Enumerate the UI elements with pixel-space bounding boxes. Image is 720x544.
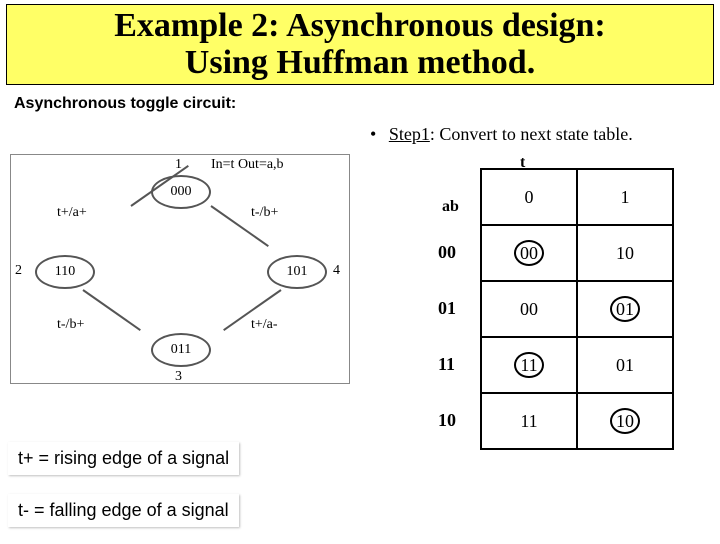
next-state-table: 0 1 00 10 00 01 11 01 11 10 [480, 168, 674, 450]
state-011: 011 [151, 333, 211, 367]
state-101: 101 [267, 255, 327, 289]
cell-r1-c1: 01 [577, 281, 673, 337]
state-000: 000 [151, 175, 211, 209]
title-line-1: Example 2: Asynchronous design: [13, 7, 707, 44]
row-label-10: 10 [438, 410, 456, 431]
slide-title: Example 2: Asynchronous design: Using Hu… [6, 4, 714, 85]
edge-bot-left: t-/b+ [57, 317, 84, 333]
cell-r1-c0: 00 [481, 281, 577, 337]
bullet-icon: • [370, 124, 376, 144]
step-line: • Step1: Convert to next state table. [370, 124, 633, 145]
cell-r3-c1: 10 [577, 393, 673, 449]
row-label-11: 11 [438, 354, 455, 375]
table-state-ab: ab [442, 198, 459, 216]
cell-r0-c1: 10 [577, 225, 673, 281]
legend-rising: t+ = rising edge of a signal [8, 442, 239, 475]
state-110: 110 [35, 255, 95, 289]
table-row: 11 01 [481, 337, 673, 393]
table-row: 00 01 [481, 281, 673, 337]
cell-r0-c0: 00 [481, 225, 577, 281]
diag-inout: In=t Out=a,b [211, 157, 284, 173]
col-header-0: 0 [481, 169, 577, 225]
table-row: 00 10 [481, 225, 673, 281]
edge-top-right: t-/b+ [251, 205, 278, 221]
table-row: 11 10 [481, 393, 673, 449]
diag-num-right: 4 [333, 263, 340, 279]
row-label-01: 01 [438, 298, 456, 319]
legend-falling: t- = falling edge of a signal [8, 494, 239, 527]
edge-top-left: t+/a+ [57, 205, 87, 221]
edge-bot-right: t+/a- [251, 317, 278, 333]
step-rest: : Convert to next state table. [430, 124, 633, 144]
cell-r2-c0: 11 [481, 337, 577, 393]
title-line-2: Using Huffman method. [13, 44, 707, 81]
cell-r3-c0: 11 [481, 393, 577, 449]
diag-num-bottom: 3 [175, 369, 182, 385]
row-label-00: 00 [438, 242, 456, 263]
diag-num-left: 2 [15, 263, 22, 279]
step-label: Step1 [389, 124, 430, 144]
cell-r2-c1: 01 [577, 337, 673, 393]
subheading: Asynchronous toggle circuit: [0, 95, 720, 113]
state-diagram: 1 In=t Out=a,b 000 110 101 011 2 4 3 t+/… [10, 154, 350, 384]
col-header-1: 1 [577, 169, 673, 225]
